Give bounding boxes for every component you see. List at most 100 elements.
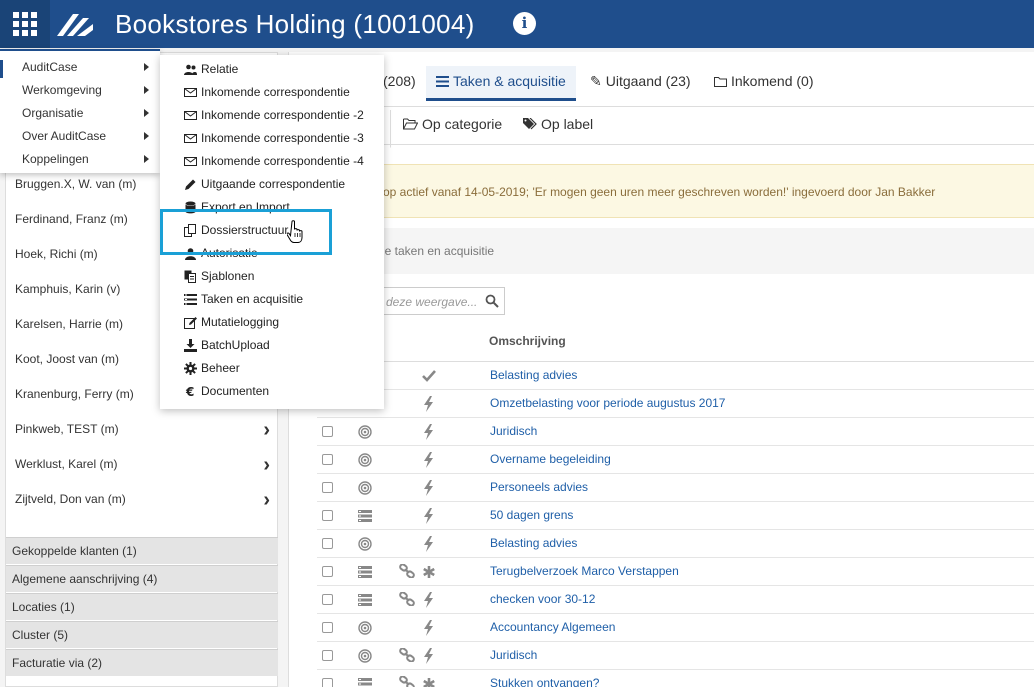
submenu-item[interactable]: € Documenten (184, 382, 380, 402)
task-description-link[interactable]: Overname begeleiding (490, 452, 611, 466)
section-header[interactable]: Locaties (1) (6, 593, 278, 620)
task-description-link[interactable]: Accountancy Algemeen (490, 620, 615, 634)
table-row[interactable]: Juridisch (317, 418, 1034, 446)
folder-open-icon (403, 118, 419, 130)
task-description-link[interactable]: Terugbelverzoek Marco Verstappen (490, 564, 679, 578)
submenu-item-label: Uitgaande correspondentie (201, 177, 346, 191)
table-row[interactable]: Belasting advies (317, 530, 1034, 558)
pencil-icon (184, 178, 197, 191)
menu-item[interactable]: Over AuditCase (22, 129, 106, 143)
target-icon (358, 537, 372, 551)
search-icon[interactable] (485, 294, 499, 308)
bolt-icon (422, 452, 436, 468)
task-description-link[interactable]: 50 dagen grens (490, 508, 573, 522)
task-description-link[interactable]: Belasting advies (490, 536, 577, 550)
submenu-item[interactable]: Inkomende correspondentie -4 (184, 152, 380, 172)
table-row[interactable]: Stukken ontvangen? (317, 670, 1034, 687)
section-header[interactable]: Cluster (5) (6, 621, 278, 648)
submenu-item[interactable]: Taken en acquisitie (184, 290, 380, 310)
auditcase-logo[interactable] (55, 10, 95, 38)
employee-item[interactable]: Werklust, Karel (m) › (6, 454, 278, 487)
chevron-right-icon[interactable]: › (263, 454, 270, 477)
submenu-item-label: Inkomende correspondentie -4 (201, 154, 364, 168)
menu-item[interactable]: Organisatie (22, 106, 83, 120)
task-description-link[interactable]: Personeels advies (490, 480, 588, 494)
table-row[interactable]: Belasting advies (317, 362, 1034, 390)
table-row[interactable]: Personeels advies (317, 474, 1034, 502)
table-row[interactable]: checken voor 30-12 (317, 586, 1034, 614)
tab-inkomend[interactable]: Inkomend (0) (714, 73, 813, 89)
submenu-item[interactable]: Beheer (184, 359, 380, 379)
subtab-op-label[interactable]: Op label (523, 116, 593, 132)
task-description-link[interactable]: Belasting advies (490, 368, 577, 382)
section-header[interactable]: Gekoppelde klanten (1) (6, 537, 278, 564)
target-icon (358, 453, 372, 467)
submenu-item[interactable]: BatchUpload (184, 336, 380, 356)
row-checkbox[interactable] (322, 454, 333, 465)
subtab-op-categorie[interactable]: Op categorie (403, 116, 502, 132)
task-description-link[interactable]: Stukken ontvangen? (490, 676, 599, 687)
tab-taken-acquisitie[interactable]: Taken & acquisitie (426, 66, 576, 101)
section-header[interactable]: Algemene aanschrijving (4) (6, 565, 278, 592)
table-row[interactable]: Overname begeleiding (317, 446, 1034, 474)
task-description-link[interactable]: checken voor 30-12 (490, 592, 595, 606)
section-header[interactable]: Facturatie via (2) (6, 649, 278, 676)
submenu-item-label: Beheer (201, 361, 240, 375)
list-icon (358, 677, 372, 687)
task-description-link[interactable]: Juridisch (490, 424, 537, 438)
main-menu: AuditCase Werkomgeving Organisatie Over Aud… (0, 49, 160, 173)
search-input[interactable]: deze weergave... (373, 287, 505, 315)
submenu-item[interactable]: Mutatielogging (184, 313, 380, 333)
row-checkbox[interactable] (322, 566, 333, 577)
employee-name: Kamphuis, Karin (v) (15, 282, 121, 296)
tab-label: Op label (541, 116, 594, 132)
folder-icon (714, 77, 727, 87)
row-checkbox[interactable] (322, 594, 333, 605)
tags-icon (523, 117, 537, 130)
row-checkbox[interactable] (322, 538, 333, 549)
submenu-item[interactable]: Uitgaande correspondentie (184, 175, 380, 195)
tab-partial-count[interactable]: (208) (383, 73, 416, 89)
task-description-link[interactable]: Omzetbelasting voor periode augustus 201… (490, 396, 725, 410)
row-checkbox[interactable] (322, 482, 333, 493)
tab-uitgaand[interactable]: ✎ Uitgaand (23) (590, 73, 691, 90)
caret-right-icon (144, 109, 149, 117)
chevron-right-icon[interactable]: › (263, 419, 270, 442)
task-description-link[interactable]: Juridisch (490, 648, 537, 662)
menu-item[interactable]: Werkomgeving (22, 83, 102, 97)
submenu-item[interactable]: Inkomende correspondentie -3 (184, 129, 380, 149)
table-row[interactable]: Juridisch (317, 642, 1034, 670)
row-checkbox[interactable] (322, 426, 333, 437)
table-row[interactable]: Accountancy Algemeen (317, 614, 1034, 642)
column-header-omschrijving[interactable]: Omschrijving (489, 334, 566, 348)
submenu-item[interactable]: Inkomende correspondentie -2 (184, 106, 380, 126)
submenu-item[interactable]: Inkomende correspondentie (184, 83, 380, 103)
chevron-right-icon[interactable]: › (263, 489, 270, 512)
employee-item[interactable]: Pinkweb, TEST (m) › (6, 419, 278, 452)
employee-item[interactable]: Zijtveld, Don van (m) › (6, 489, 278, 522)
apps-grid-button[interactable] (0, 0, 50, 48)
tab-label: Inkomend (0) (731, 73, 814, 89)
menu-item[interactable]: Koppelingen (22, 152, 89, 166)
table-row[interactable]: Omzetbelasting voor periode augustus 201… (317, 390, 1034, 418)
submenu-item[interactable]: Relatie (184, 60, 380, 80)
tab-divider (379, 106, 1034, 107)
row-checkbox[interactable] (322, 622, 333, 633)
menu-item[interactable]: AuditCase (22, 60, 77, 74)
info-icon[interactable]: i (513, 12, 536, 35)
row-checkbox[interactable] (322, 510, 333, 521)
bolt-icon (422, 620, 436, 636)
row-checkbox[interactable] (322, 650, 333, 661)
tab-label: Op categorie (422, 116, 503, 132)
tab-label: Taken & acquisitie (453, 73, 566, 89)
row-checkbox[interactable] (322, 678, 333, 687)
asterisk-icon (422, 564, 436, 580)
employee-name: Werklust, Karel (m) (15, 457, 118, 471)
table-row[interactable]: Terugbelverzoek Marco Verstappen (317, 558, 1034, 586)
employee-name: Pinkweb, TEST (m) (15, 422, 119, 436)
submenu-item[interactable]: Sjablonen (184, 267, 380, 287)
submenu-item-label: Taken en acquisitie (201, 292, 304, 306)
download-icon (184, 339, 197, 352)
list-icon (358, 593, 372, 607)
table-row[interactable]: 50 dagen grens (317, 502, 1034, 530)
